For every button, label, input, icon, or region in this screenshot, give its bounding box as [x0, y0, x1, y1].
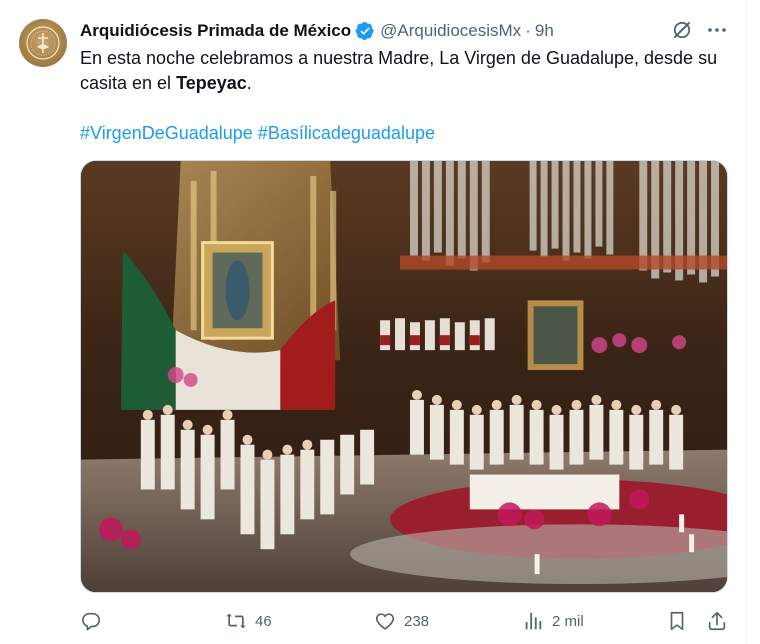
- column-divider: [746, 0, 747, 644]
- like-count: 238: [404, 612, 430, 630]
- avatar[interactable]: [19, 19, 67, 67]
- share-icon: [708, 611, 726, 631]
- share-button[interactable]: [706, 608, 728, 634]
- views-button[interactable]: 2 mil: [522, 608, 584, 634]
- views-icon: [525, 612, 542, 630]
- reply-button[interactable]: [80, 608, 110, 634]
- grok-icon[interactable]: [670, 18, 694, 42]
- retweet-count: 46: [255, 612, 272, 630]
- tweet[interactable]: Arquidiócesis Primada de México @Arquidi…: [0, 0, 760, 644]
- action-bar: 46 238 2 mil: [80, 608, 730, 634]
- archdiocese-seal-icon: [26, 26, 60, 60]
- tweet-header: Arquidiócesis Primada de México @Arquidi…: [80, 19, 554, 43]
- separator-dot: ·: [525, 21, 531, 40]
- bookmark-button[interactable]: [666, 608, 688, 634]
- timestamp[interactable]: 9h: [535, 21, 554, 41]
- tweet-text: En esta noche celebramos a nuestra Madre…: [80, 46, 730, 96]
- tweet-text-part2: .: [246, 73, 252, 93]
- hashtag-link[interactable]: #Basílicadeguadalupe: [258, 123, 435, 143]
- views-count: 2 mil: [552, 612, 584, 630]
- author-name[interactable]: Arquidiócesis Primada de México: [80, 21, 351, 41]
- tweet-text-bold: Tepeyac: [176, 73, 247, 93]
- basilica-mass-photo: [81, 161, 727, 592]
- more-icon[interactable]: [705, 18, 729, 42]
- retweet-button[interactable]: 46: [225, 608, 272, 634]
- bookmark-icon: [670, 611, 684, 631]
- heart-icon: [375, 613, 395, 630]
- like-button[interactable]: 238: [374, 608, 429, 634]
- author-handle[interactable]: @ArquidiocesisMx: [380, 21, 521, 41]
- hashtag-link[interactable]: #VirgenDeGuadalupe: [80, 123, 253, 143]
- tweet-photo[interactable]: [80, 160, 728, 593]
- reply-icon: [82, 612, 101, 631]
- verified-badge-icon[interactable]: [355, 21, 375, 41]
- hashtags: #VirgenDeGuadalupe #Basílicadeguadalupe: [80, 121, 435, 146]
- retweet-icon: [226, 613, 246, 629]
